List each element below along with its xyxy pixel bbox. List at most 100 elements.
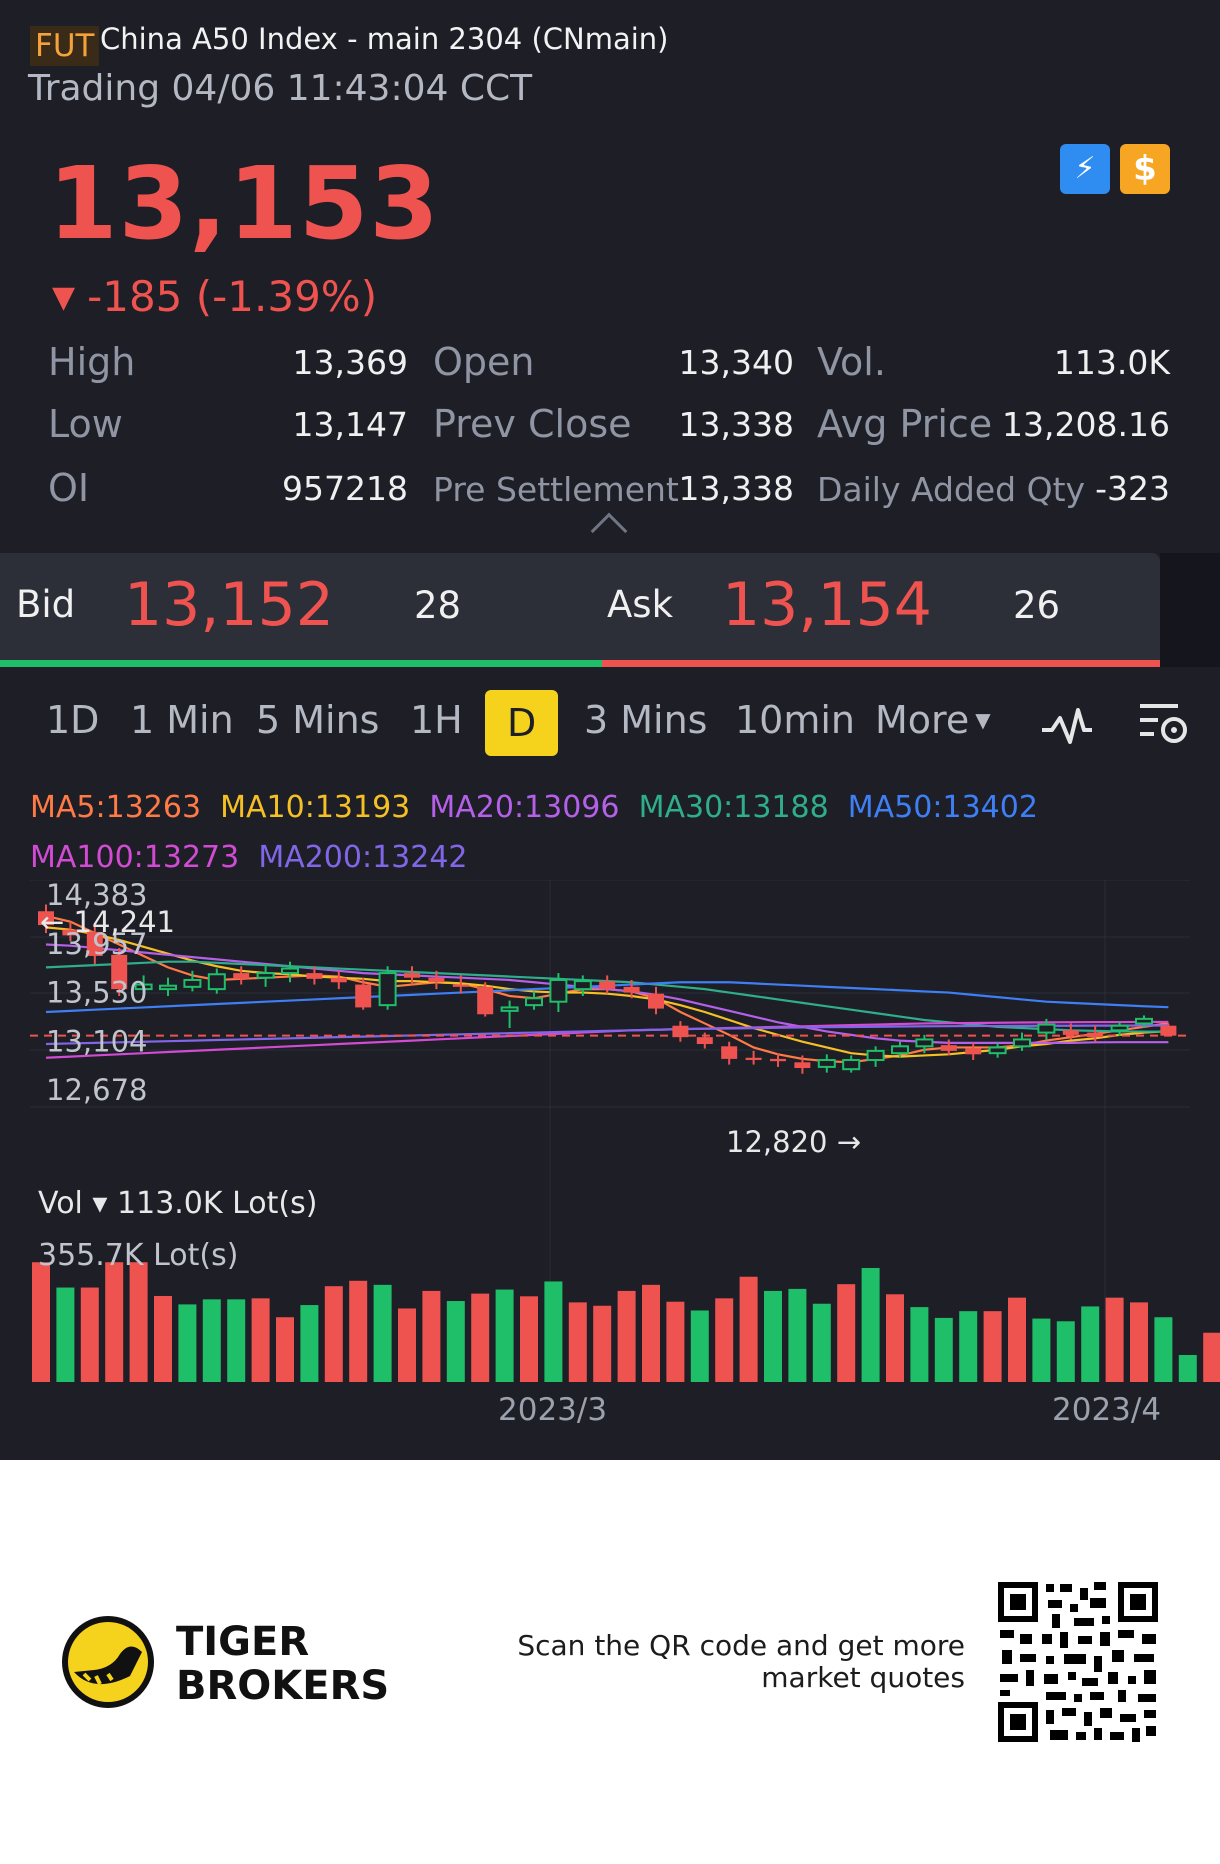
oi-label: OI <box>48 466 90 510</box>
volume-bar <box>495 1289 514 1382</box>
tab-more[interactable]: More ▼ <box>875 698 991 742</box>
volume-bar <box>1032 1318 1051 1382</box>
volume-bar <box>202 1299 221 1382</box>
y-tick-label: 13,530 <box>46 976 147 1010</box>
ask-volume-bar <box>602 660 1160 667</box>
candle-body <box>940 1045 957 1051</box>
ma5-label: MA5:13263 <box>30 790 202 825</box>
high-value: 13,369 <box>292 343 408 382</box>
bid-volume-bar <box>0 660 602 667</box>
volume-bar <box>300 1305 319 1382</box>
price-change-value: -185 (-1.39%) <box>87 272 378 321</box>
candle-body <box>965 1048 982 1055</box>
candle-body <box>452 984 469 987</box>
ask-price[interactable]: 13,154 <box>722 570 932 640</box>
low-value: 13,147 <box>292 405 408 444</box>
candle-body <box>648 993 664 1009</box>
y-tick-label: 12,678 <box>46 1073 147 1107</box>
volume-bars <box>32 1262 1220 1382</box>
ask-qty: 26 <box>1013 584 1061 627</box>
ma100-label: MA100:13273 <box>30 840 240 875</box>
candle-body <box>866 1049 885 1062</box>
lightning-icon[interactable]: ⚡ <box>1060 144 1110 194</box>
volume-bar <box>715 1298 734 1382</box>
bid-ask-edge <box>1160 553 1220 667</box>
volume-bar <box>544 1281 563 1382</box>
chart-settings-icon[interactable] <box>1138 700 1190 748</box>
vol-label: Vol. <box>817 340 886 384</box>
collapse-chevron-icon[interactable] <box>590 512 628 550</box>
avg-price-label: Avg Price <box>817 402 993 446</box>
tab-1min[interactable]: 1 Min <box>130 698 234 742</box>
candle-body <box>891 1045 909 1055</box>
volume-bar <box>959 1311 978 1382</box>
volume-bar <box>276 1317 294 1382</box>
volume-bar <box>471 1293 490 1382</box>
ma-legend-row-1: MA5:13263 MA10:13193 MA20:13096 MA30:131… <box>30 790 1038 825</box>
candle-body <box>281 967 299 975</box>
candle-body <box>1135 1017 1153 1025</box>
bid-qty: 28 <box>414 584 462 627</box>
tab-day[interactable]: D <box>485 690 559 756</box>
ma10-label: MA10:13193 <box>220 790 411 825</box>
qr-caption: Scan the QR code and get more market quo… <box>517 1629 965 1694</box>
bid-price[interactable]: 13,152 <box>124 570 334 640</box>
ma20-label: MA20:13096 <box>429 790 620 825</box>
tab-more-label: More <box>875 698 970 742</box>
volume-bar <box>422 1290 441 1382</box>
ask-label: Ask <box>607 583 674 626</box>
tab-10min[interactable]: 10min <box>735 698 855 742</box>
daily-added-label: Daily Added Qty <box>817 470 1086 509</box>
volume-bar <box>739 1276 758 1382</box>
quote-screen: FUT China A50 Index - main 2304 (CNmain)… <box>0 0 1220 1460</box>
high-label: High <box>48 340 136 384</box>
volume-bar <box>446 1301 465 1382</box>
candle-body <box>477 986 494 1015</box>
candle-body <box>355 984 372 1008</box>
volume-bar <box>1178 1355 1197 1382</box>
bid-label: Bid <box>16 583 76 626</box>
volume-bar <box>568 1302 587 1382</box>
volume-bar <box>227 1299 246 1382</box>
volume-bar <box>373 1284 392 1382</box>
candle-body <box>696 1037 713 1045</box>
volume-bar <box>32 1262 50 1382</box>
candle-body <box>721 1046 738 1059</box>
volume-bar <box>910 1307 929 1382</box>
candle-body <box>500 1006 519 1012</box>
volume-bar <box>812 1303 831 1382</box>
tab-1h[interactable]: 1H <box>410 698 463 742</box>
daily-added-value: -323 <box>1095 469 1170 508</box>
dollar-icon[interactable]: $ <box>1120 144 1170 194</box>
volume-bar <box>1008 1297 1026 1382</box>
trading-status: Trading 04/06 11:43:04 CCT <box>28 68 533 109</box>
volume-bar <box>788 1288 807 1382</box>
tab-3mins[interactable]: 3 Mins <box>584 698 707 742</box>
candle-body <box>549 978 568 1003</box>
min-price-label: 12,820 → <box>726 1125 861 1159</box>
tiger-logo-icon <box>62 1616 154 1708</box>
prev-close-label: Prev Close <box>433 402 632 446</box>
volume-title[interactable]: Vol ▾ 113.0K Lot(s) <box>38 1186 317 1221</box>
volume-max-label: 355.7K Lot(s) <box>38 1238 239 1273</box>
volume-bar <box>1056 1321 1075 1382</box>
pre-settlement-value: 13,338 <box>678 469 794 508</box>
instrument-title: China A50 Index - main 2304 (CNmain) <box>100 22 669 56</box>
volume-bar <box>154 1295 172 1382</box>
candle-body <box>1062 1030 1079 1035</box>
candle-body <box>1013 1038 1031 1048</box>
kline-chart[interactable]: 14,38313,95713,53013,10412,678 ← 14,241 … <box>0 880 1220 1420</box>
candle-body <box>599 981 616 990</box>
x-tick-march: 2023/3 <box>498 1392 608 1428</box>
candle-body <box>1037 1023 1056 1034</box>
brand-name: TIGER BROKERS <box>176 1619 390 1709</box>
candle-body <box>159 984 177 991</box>
volume-bar <box>593 1305 612 1382</box>
tab-1d[interactable]: 1D <box>46 698 99 742</box>
tab-5mins[interactable]: 5 Mins <box>256 698 379 742</box>
low-label: Low <box>48 402 123 446</box>
open-value: 13,340 <box>678 343 794 382</box>
caret-down-icon: ▼ <box>975 708 991 732</box>
last-price: 13,153 <box>48 145 440 262</box>
indicator-wave-icon[interactable] <box>1040 702 1094 748</box>
